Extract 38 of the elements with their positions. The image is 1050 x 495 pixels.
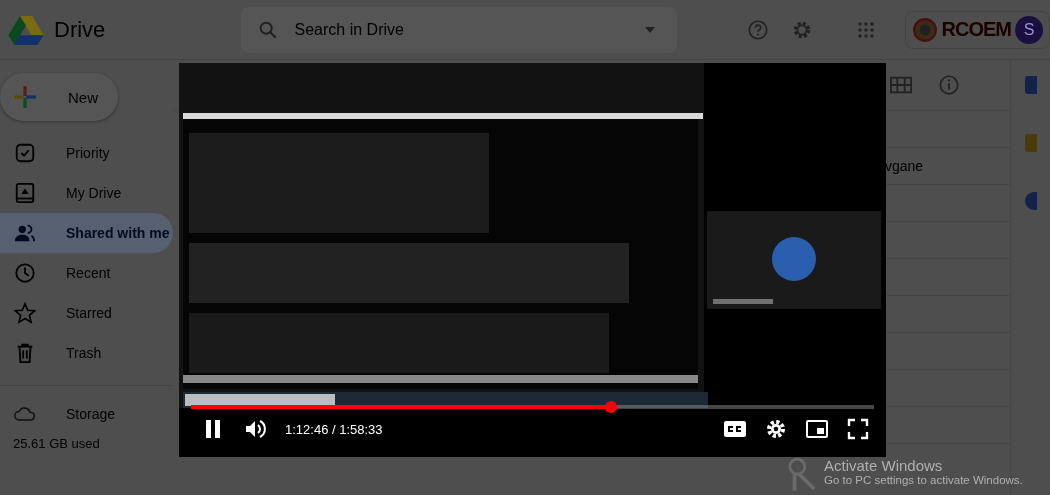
nav-item[interactable]: Trash	[0, 333, 173, 373]
help-icon[interactable]	[746, 18, 769, 41]
nav-item[interactable]: Priority	[0, 133, 173, 173]
storage-used: 25.61 GB used	[12, 436, 101, 451]
miniplayer-icon[interactable]	[805, 417, 829, 441]
checkbox-icon	[14, 142, 36, 164]
file-name[interactable]: vgane	[885, 158, 924, 174]
fullscreen-icon[interactable]	[846, 417, 870, 441]
account-avatar[interactable]: S	[1015, 15, 1043, 44]
drive-logo-icon[interactable]	[8, 14, 44, 45]
org-logo: RCOEM	[941, 18, 1011, 41]
plus-icon	[12, 84, 38, 110]
calendar-icon[interactable]	[1025, 76, 1037, 94]
nav-item[interactable]: My Drive	[0, 173, 173, 213]
new-button[interactable]: New	[0, 73, 118, 121]
clock-icon	[14, 262, 36, 284]
storage-label[interactable]: Storage	[66, 406, 116, 422]
nav-item[interactable]: Recent	[0, 253, 173, 293]
caret-icon[interactable]	[644, 26, 655, 33]
apps-icon[interactable]	[856, 20, 875, 39]
drive-icon	[14, 182, 36, 204]
star-icon	[14, 302, 36, 324]
time-display: 1:12:46 / 1:58:33	[285, 421, 383, 437]
nav-item[interactable]: Shared with me	[0, 213, 173, 253]
activation-title: Activate Windows	[824, 457, 944, 474]
search-field[interactable]: Search in Drive	[240, 6, 677, 53]
app-name: Drive	[54, 16, 106, 43]
info-icon[interactable]	[938, 74, 960, 96]
volume-icon[interactable]	[243, 417, 267, 441]
activation-message: Go to PC settings to activate Windows.	[824, 474, 1023, 486]
account-chip[interactable]: RCOEM S	[904, 10, 1050, 49]
tasks-icon[interactable]	[1025, 192, 1037, 210]
key-icon	[788, 457, 816, 493]
nav-item[interactable]: Starred	[0, 293, 173, 333]
grid-view-icon[interactable]	[890, 74, 912, 96]
people-icon	[14, 222, 36, 244]
emblem-icon	[911, 16, 938, 43]
settings-icon[interactable]	[764, 417, 788, 441]
